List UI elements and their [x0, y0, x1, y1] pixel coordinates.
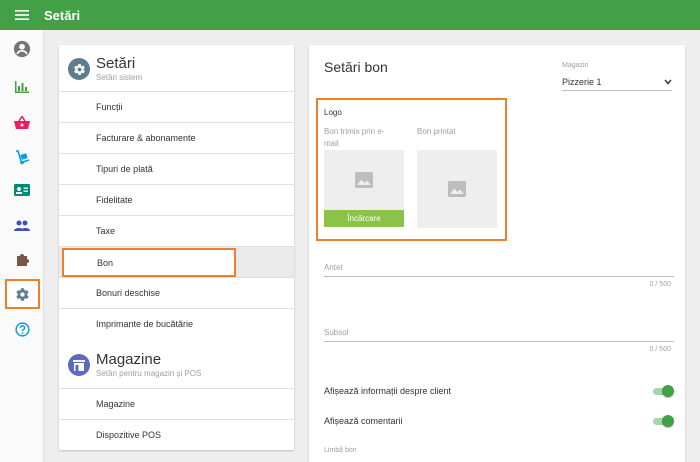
account-circle-icon[interactable]: [0, 34, 44, 64]
email-receipt-caption: Bon trimis prin e- mail: [324, 127, 385, 148]
bar-chart-icon[interactable]: [0, 72, 44, 102]
hand-truck-icon[interactable]: [0, 142, 44, 172]
header-counter: 0 / 500: [649, 281, 671, 288]
chevron-down-icon: [664, 79, 672, 85]
gear-icon: [68, 58, 90, 80]
toggle-comments[interactable]: [652, 415, 674, 427]
hamburger-icon[interactable]: [0, 0, 44, 30]
basket-icon[interactable]: [0, 107, 44, 137]
email-logo-placeholder[interactable]: [324, 150, 404, 210]
printed-receipt-caption: Bon printat: [417, 127, 456, 136]
receipt-settings-panel: Setări bon Magazin Pizzerie 1 Logo Bon t…: [309, 45, 685, 462]
receipt-language-label: Limbă bon: [324, 447, 357, 454]
printed-logo-placeholder[interactable]: [417, 150, 497, 228]
settings-section-subtitle: Setări sistem: [96, 73, 143, 82]
footer-label: Subsol: [324, 328, 349, 337]
header-label: Antet: [324, 263, 343, 272]
puzzle-icon[interactable]: [0, 244, 44, 274]
image-icon: [448, 181, 466, 197]
toggle-client-info[interactable]: [652, 385, 674, 397]
toggle-client-label: Afișează informații despre client: [324, 386, 452, 396]
logo-label: Logo: [324, 108, 342, 117]
stores-section-subtitle: Setări pentru magazin și POS: [96, 369, 202, 378]
id-card-icon[interactable]: [0, 175, 44, 205]
toggle-row-client-info: Afișează informații despre client: [324, 385, 674, 397]
nav-rail: [0, 30, 44, 462]
page-title: Setări: [44, 7, 81, 23]
gear-icon[interactable]: [5, 279, 40, 309]
settings-section-header: Setări Setări sistem: [68, 55, 142, 83]
upload-button[interactable]: Încărcare: [324, 210, 404, 227]
menu-item-dispozitive-pos[interactable]: Dispozitive POS: [59, 419, 294, 450]
logo-section: Logo Bon trimis prin e- mail Bon printat…: [316, 98, 507, 241]
toggle-row-comments: Afișează comentarii: [324, 415, 674, 427]
receipt-settings-title: Setări bon: [324, 59, 388, 75]
store-label: Magazin: [562, 62, 589, 69]
menu-item-functii[interactable]: Funcții: [59, 91, 294, 122]
menu-item-tipuri-plata[interactable]: Tipuri de plată: [59, 153, 294, 184]
footer-counter: 0 / 500: [649, 346, 671, 353]
menu-item-bon[interactable]: Bon: [62, 248, 236, 277]
footer-input[interactable]: [324, 341, 674, 342]
store-select-value: Pizzerie 1: [562, 76, 602, 87]
image-icon: [355, 172, 373, 188]
header-input[interactable]: [324, 276, 674, 277]
menu-item-imprimante[interactable]: Imprimante de bucătărie: [59, 308, 294, 339]
store-select[interactable]: Pizzerie 1: [562, 73, 672, 91]
top-app-bar: Setări: [0, 0, 700, 30]
help-circle-icon[interactable]: [0, 314, 44, 344]
menu-item-magazine[interactable]: Magazine: [59, 388, 294, 419]
stores-section-title: Magazine: [96, 351, 162, 368]
people-icon[interactable]: [0, 210, 44, 240]
menu-item-facturare[interactable]: Facturare & abonamente: [59, 122, 294, 153]
menu-item-bonuri-deschise[interactable]: Bonuri deschise: [59, 277, 294, 308]
menu-item-taxe[interactable]: Taxe: [59, 215, 294, 246]
stores-section-header: Magazine Setări pentru magazin și POS: [68, 351, 201, 379]
toggle-comments-label: Afișează comentarii: [324, 416, 403, 426]
settings-section-title: Setări: [96, 55, 136, 72]
menu-item-fidelitate[interactable]: Fidelitate: [59, 184, 294, 215]
store-icon: [68, 354, 90, 376]
